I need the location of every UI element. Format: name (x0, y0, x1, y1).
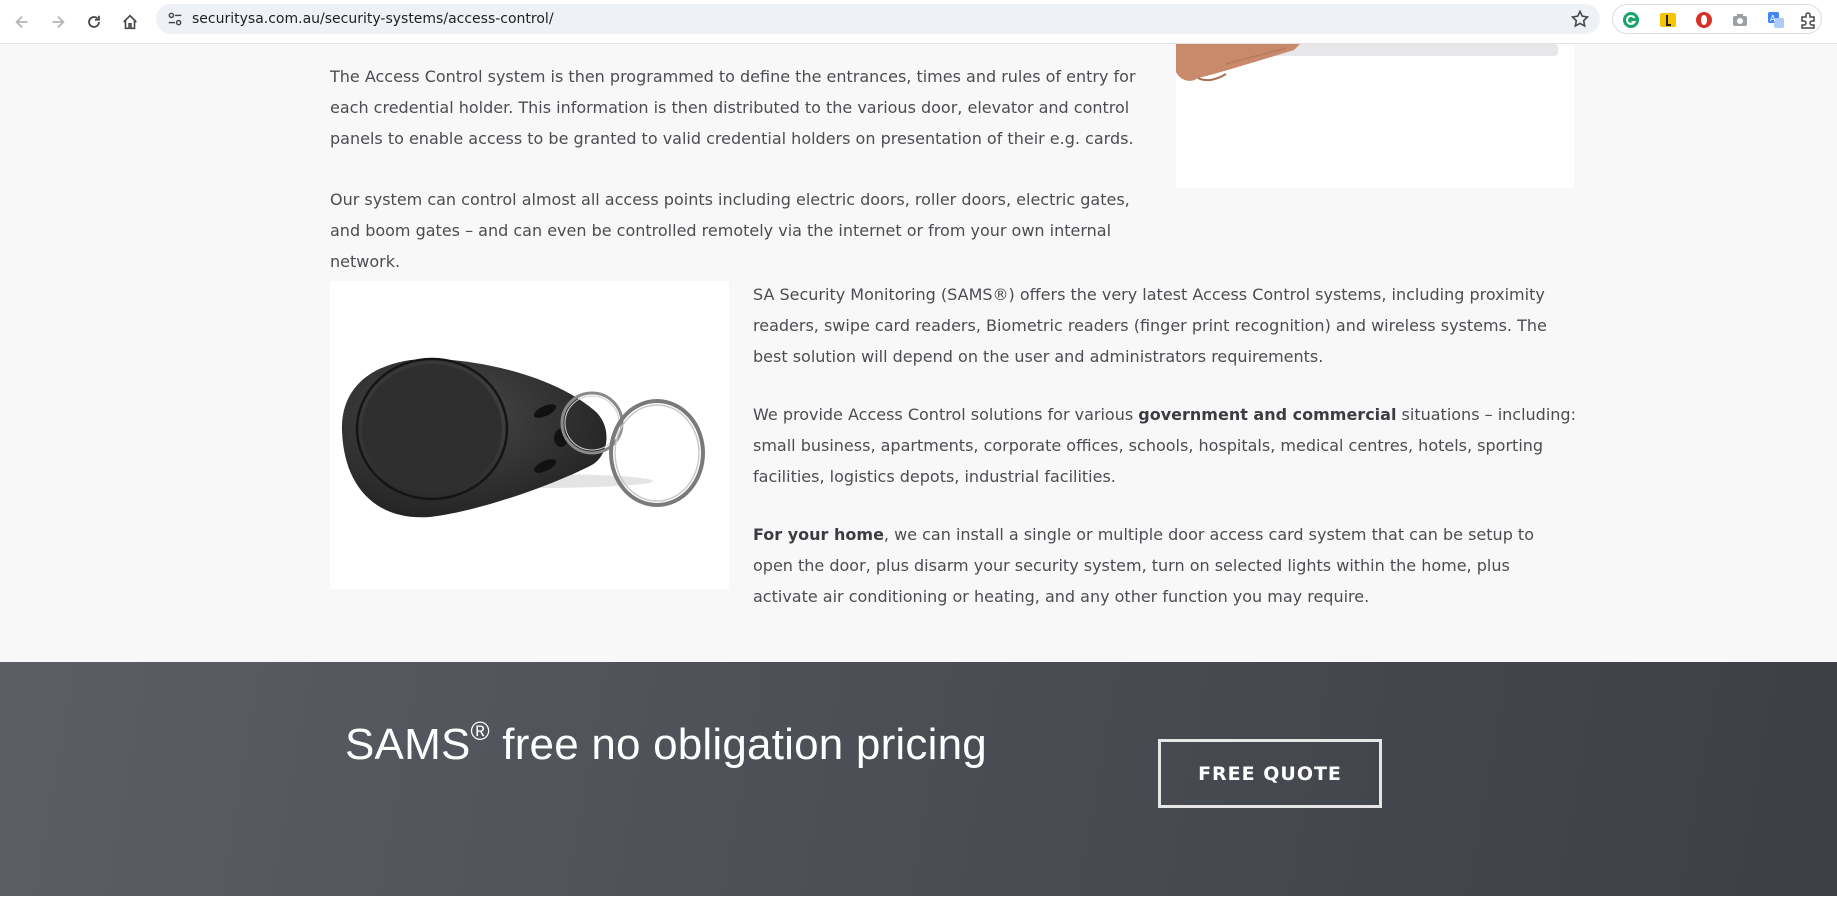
translate-icon[interactable]: A (1767, 11, 1785, 29)
hand-holding-card-illustration (1176, 44, 1558, 82)
cta-title-brand: SAMS (345, 720, 471, 769)
forward-button[interactable] (44, 8, 72, 36)
features-paragraph-3: For your home, we can install a single o… (753, 519, 1577, 612)
reload-icon (88, 15, 100, 28)
features-paragraph-1: SA Security Monitoring (SAMS®) offers th… (753, 285, 1547, 366)
back-arrow-icon (15, 15, 28, 29)
svg-text:A: A (1770, 14, 1776, 23)
star-icon[interactable] (1570, 9, 1590, 29)
site-info-icon[interactable] (166, 10, 184, 28)
reload-button[interactable] (80, 8, 108, 36)
features-paragraph-3-bold: For your home (753, 525, 884, 544)
back-button[interactable] (8, 8, 36, 36)
features-paragraph-2-lead: We provide Access Control solutions for … (753, 405, 1139, 424)
browser-toolbar: securitysa.com.au/security-systems/acces… (0, 0, 1837, 44)
address-bar[interactable]: securitysa.com.au/security-systems/acces… (156, 4, 1600, 34)
page-bottom-strip (0, 896, 1837, 922)
puzzle-icon[interactable] (1799, 11, 1817, 29)
registered-mark: ® (470, 716, 490, 746)
forward-arrow-icon (52, 15, 65, 29)
intro-paragraph-2: Our system can control almost all access… (330, 190, 1130, 271)
access-card-image (1176, 44, 1574, 188)
key-fob-illustration (341, 357, 705, 518)
cta-title: SAMS® free no obligation pricing (345, 716, 987, 770)
pricing-cta-banner: SAMS® free no obligation pricing FREE QU… (0, 662, 1837, 896)
features-paragraph-2: We provide Access Control solutions for … (753, 399, 1577, 492)
features-paragraph-2-bold: government and commercial (1138, 405, 1397, 424)
home-button[interactable] (116, 8, 144, 36)
extensions-area: A (1612, 4, 1822, 34)
url-text[interactable]: securitysa.com.au/security-systems/acces… (192, 4, 554, 34)
shield-extension-icon[interactable] (1695, 11, 1713, 29)
extension-icon[interactable] (1659, 11, 1677, 29)
intro-paragraph-1: The Access Control system is then progra… (330, 67, 1136, 148)
free-quote-button[interactable]: FREE QUOTE (1158, 739, 1382, 808)
home-icon (123, 14, 137, 30)
key-fob-image (330, 281, 729, 589)
grammarly-icon[interactable] (1622, 11, 1640, 29)
cta-title-rest: free no obligation pricing (489, 720, 987, 769)
camera-icon[interactable] (1731, 11, 1749, 29)
page-content: The Access Control system is then progra… (0, 44, 1837, 662)
